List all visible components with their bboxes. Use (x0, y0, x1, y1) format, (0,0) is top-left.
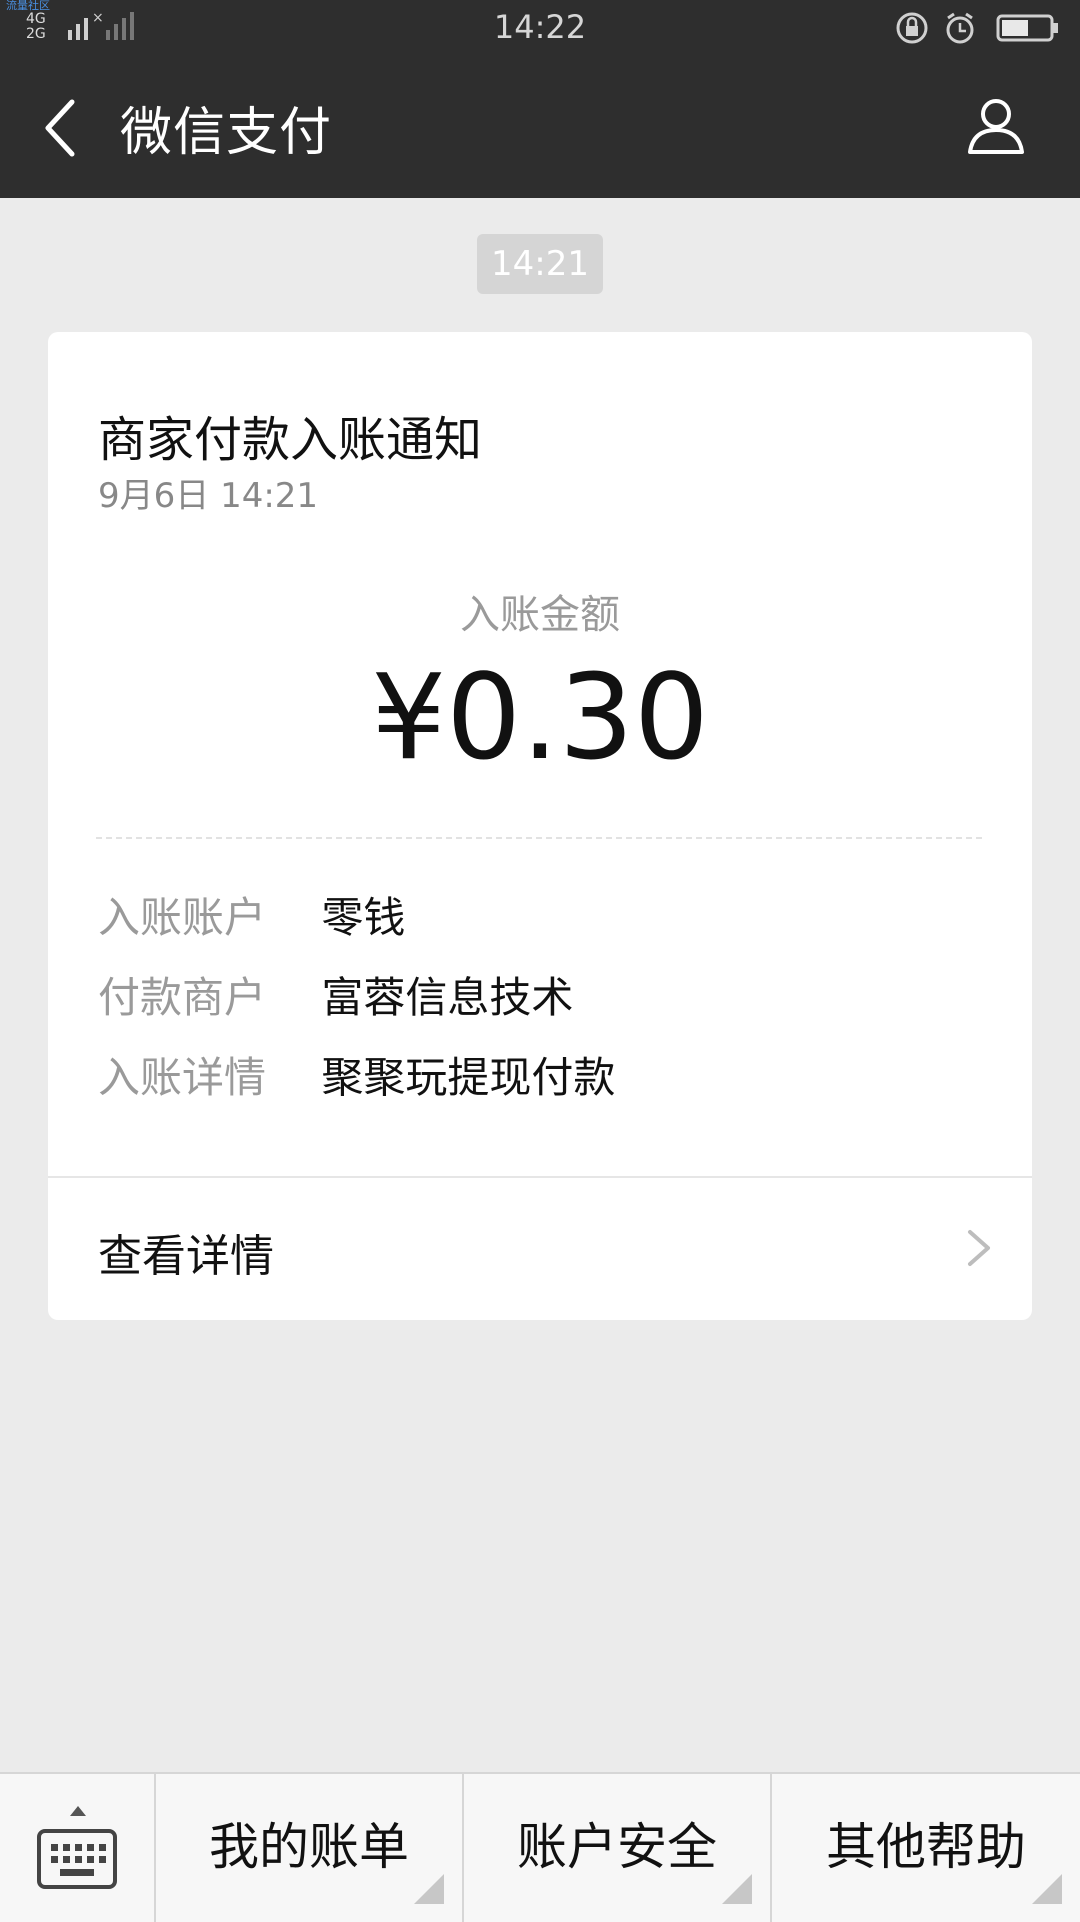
submenu-indicator-icon (722, 1874, 752, 1904)
keyboard-icon (37, 1829, 117, 1889)
menu-label: 我的账单 (209, 1818, 409, 1876)
detail-value: 零钱 (321, 893, 406, 942)
card-date: 9月6日 14:21 (98, 476, 319, 516)
detail-value: 富蓉信息技术 (321, 973, 574, 1022)
bottom-menu-bar: 我的账单 账户安全 其他帮助 (0, 1772, 1080, 1922)
amount-label: 入账金额 (460, 592, 620, 638)
detail-key: 入账详情 (98, 1053, 267, 1102)
card-title: 商家付款入账通知 (98, 412, 483, 468)
detail-key: 入账账户 (98, 893, 267, 942)
rotation-lock-icon (896, 12, 928, 44)
message-time-chip: 14:21 (477, 234, 603, 294)
chevron-right-icon (968, 1230, 990, 1266)
menu-label: 账户安全 (517, 1818, 717, 1876)
profile-icon[interactable] (964, 94, 1028, 158)
view-details-button[interactable]: 查看详情 (48, 1178, 1032, 1320)
status-icons (896, 12, 1058, 44)
status-bar: 流量社区 4G 2G × 14:22 (0, 0, 1080, 58)
amount-value: ¥0.30 (371, 648, 709, 786)
alarm-icon (946, 12, 974, 44)
detail-key: 付款商户 (98, 973, 267, 1022)
menu-account-security[interactable]: 账户安全 (464, 1774, 772, 1922)
page-title: 微信支付 (120, 103, 333, 163)
detail-value: 聚聚玩提现付款 (321, 1053, 616, 1102)
submenu-indicator-icon (1032, 1874, 1062, 1904)
keyboard-toggle-button[interactable] (0, 1774, 156, 1922)
detail-row-merchant: 付款商户 富蓉信息技术 (98, 972, 573, 1024)
battery-icon (996, 14, 1058, 42)
title-bar: 微信支付 (0, 58, 1080, 198)
submenu-indicator-icon (414, 1874, 444, 1904)
menu-other-help[interactable]: 其他帮助 (772, 1774, 1080, 1922)
menu-label: 其他帮助 (826, 1818, 1026, 1876)
detail-row-remark: 入账详情 聚聚玩提现付款 (98, 1052, 615, 1104)
dashed-divider (96, 837, 982, 839)
detail-row-account: 入账账户 零钱 (98, 892, 405, 944)
back-arrow-icon[interactable] (40, 96, 84, 160)
menu-my-bills[interactable]: 我的账单 (156, 1774, 464, 1922)
caret-up-icon (70, 1806, 86, 1816)
view-details-label: 查看详情 (98, 1231, 274, 1282)
payment-notification-card: 商家付款入账通知 9月6日 14:21 入账金额 ¥0.30 入账账户 零钱 付… (48, 332, 1032, 1320)
